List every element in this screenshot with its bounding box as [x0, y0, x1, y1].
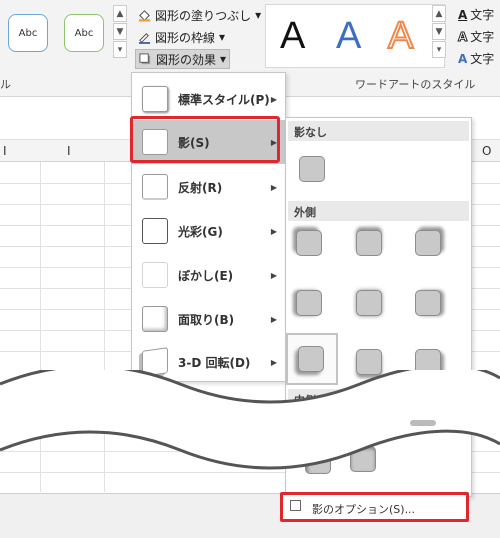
submenu-arrow-icon: ▶	[270, 182, 277, 192]
shadow-options-item[interactable]: 影のオプション(S)...	[312, 501, 415, 517]
wordart-group-label: ワードアートのスタイル	[355, 78, 476, 91]
group-label: ル	[0, 78, 11, 91]
column-header[interactable]: O	[482, 144, 491, 158]
preset-icon	[142, 86, 168, 112]
wordart-gallery-scroll[interactable]: ▲ ▼ ▾	[432, 5, 446, 59]
scroll-up-icon[interactable]: ▲	[432, 5, 446, 22]
soft-edges-icon	[142, 262, 168, 288]
reflection-icon	[142, 174, 168, 200]
wordart-style-orange-outline[interactable]: A	[387, 14, 414, 58]
wordart-style-blue[interactable]: A	[336, 15, 361, 58]
text-effects-icon: A	[458, 51, 468, 66]
bevel-icon	[142, 306, 168, 332]
menu-item-soft-edges[interactable]: ぼかし(E) ▶	[132, 253, 285, 297]
shape-effects-icon	[139, 52, 151, 64]
menu-item-glow[interactable]: 光彩(G) ▶	[132, 209, 285, 253]
pen-icon	[138, 32, 151, 44]
shadow-swatch-outer[interactable]	[298, 346, 324, 372]
shadow-swatch-outer[interactable]	[296, 290, 322, 316]
scroll-down-icon[interactable]: ▼	[113, 23, 127, 40]
glow-icon	[142, 218, 168, 244]
shadow-swatch-outer[interactable]	[356, 230, 382, 256]
text-outline-icon: A	[457, 29, 468, 44]
shadow-swatch-outer[interactable]	[415, 290, 441, 316]
shape-effects-button[interactable]: 図形の効果 ▾	[135, 49, 231, 69]
shape-style-preset[interactable]: Abc	[64, 14, 104, 52]
wordart-gallery: A A A	[265, 4, 445, 68]
scroll-down-icon[interactable]: ▼	[432, 23, 446, 40]
shadow-swatch-outer[interactable]	[415, 230, 441, 256]
submenu-arrow-icon: ▶	[270, 270, 277, 280]
column-header[interactable]: I	[3, 144, 7, 158]
scroll-up-icon[interactable]: ▲	[113, 5, 127, 22]
paint-bucket-icon	[138, 9, 151, 22]
menu-item-bevel[interactable]: 面取り(B) ▶	[132, 297, 285, 341]
submenu-arrow-icon: ▶	[270, 94, 277, 104]
shape-style-preset[interactable]: Abc	[8, 14, 48, 52]
column-header[interactable]: I	[67, 144, 71, 158]
section-header: 影なし	[288, 121, 469, 141]
expand-gallery-icon[interactable]: ▾	[113, 41, 127, 58]
text-fill-button[interactable]: A 文字	[458, 6, 494, 23]
shadow-swatch-inner-partial	[410, 420, 436, 426]
options-checkbox-icon	[290, 500, 301, 511]
expand-gallery-icon[interactable]: ▾	[432, 41, 446, 58]
style-gallery-scroll[interactable]: ▲ ▼ ▾	[113, 5, 127, 59]
shadow-swatch-outer[interactable]	[296, 230, 322, 256]
shadow-swatch-outer[interactable]	[356, 290, 382, 316]
shadow-item-highlight	[130, 116, 280, 163]
menu-item-preset[interactable]: 標準スタイル(P) ▶	[132, 77, 285, 121]
text-fill-icon: A	[458, 7, 468, 22]
wordart-style-black[interactable]: A	[280, 15, 305, 58]
menu-item-reflection[interactable]: 反射(R) ▶	[132, 165, 285, 209]
shape-fill-button[interactable]: 図形の塗りつぶし ▾	[135, 5, 264, 25]
section-header: 外側	[288, 201, 469, 221]
submenu-arrow-icon: ▶	[270, 314, 277, 324]
submenu-arrow-icon: ▶	[270, 226, 277, 236]
shadow-swatch-none[interactable]	[299, 156, 325, 182]
text-effects-button[interactable]: A 文字	[458, 50, 494, 67]
text-outline-button[interactable]: A 文字	[457, 28, 494, 45]
shape-outline-button[interactable]: 図形の枠線 ▾	[135, 27, 228, 47]
submenu-arrow-icon: ▶	[270, 357, 277, 367]
